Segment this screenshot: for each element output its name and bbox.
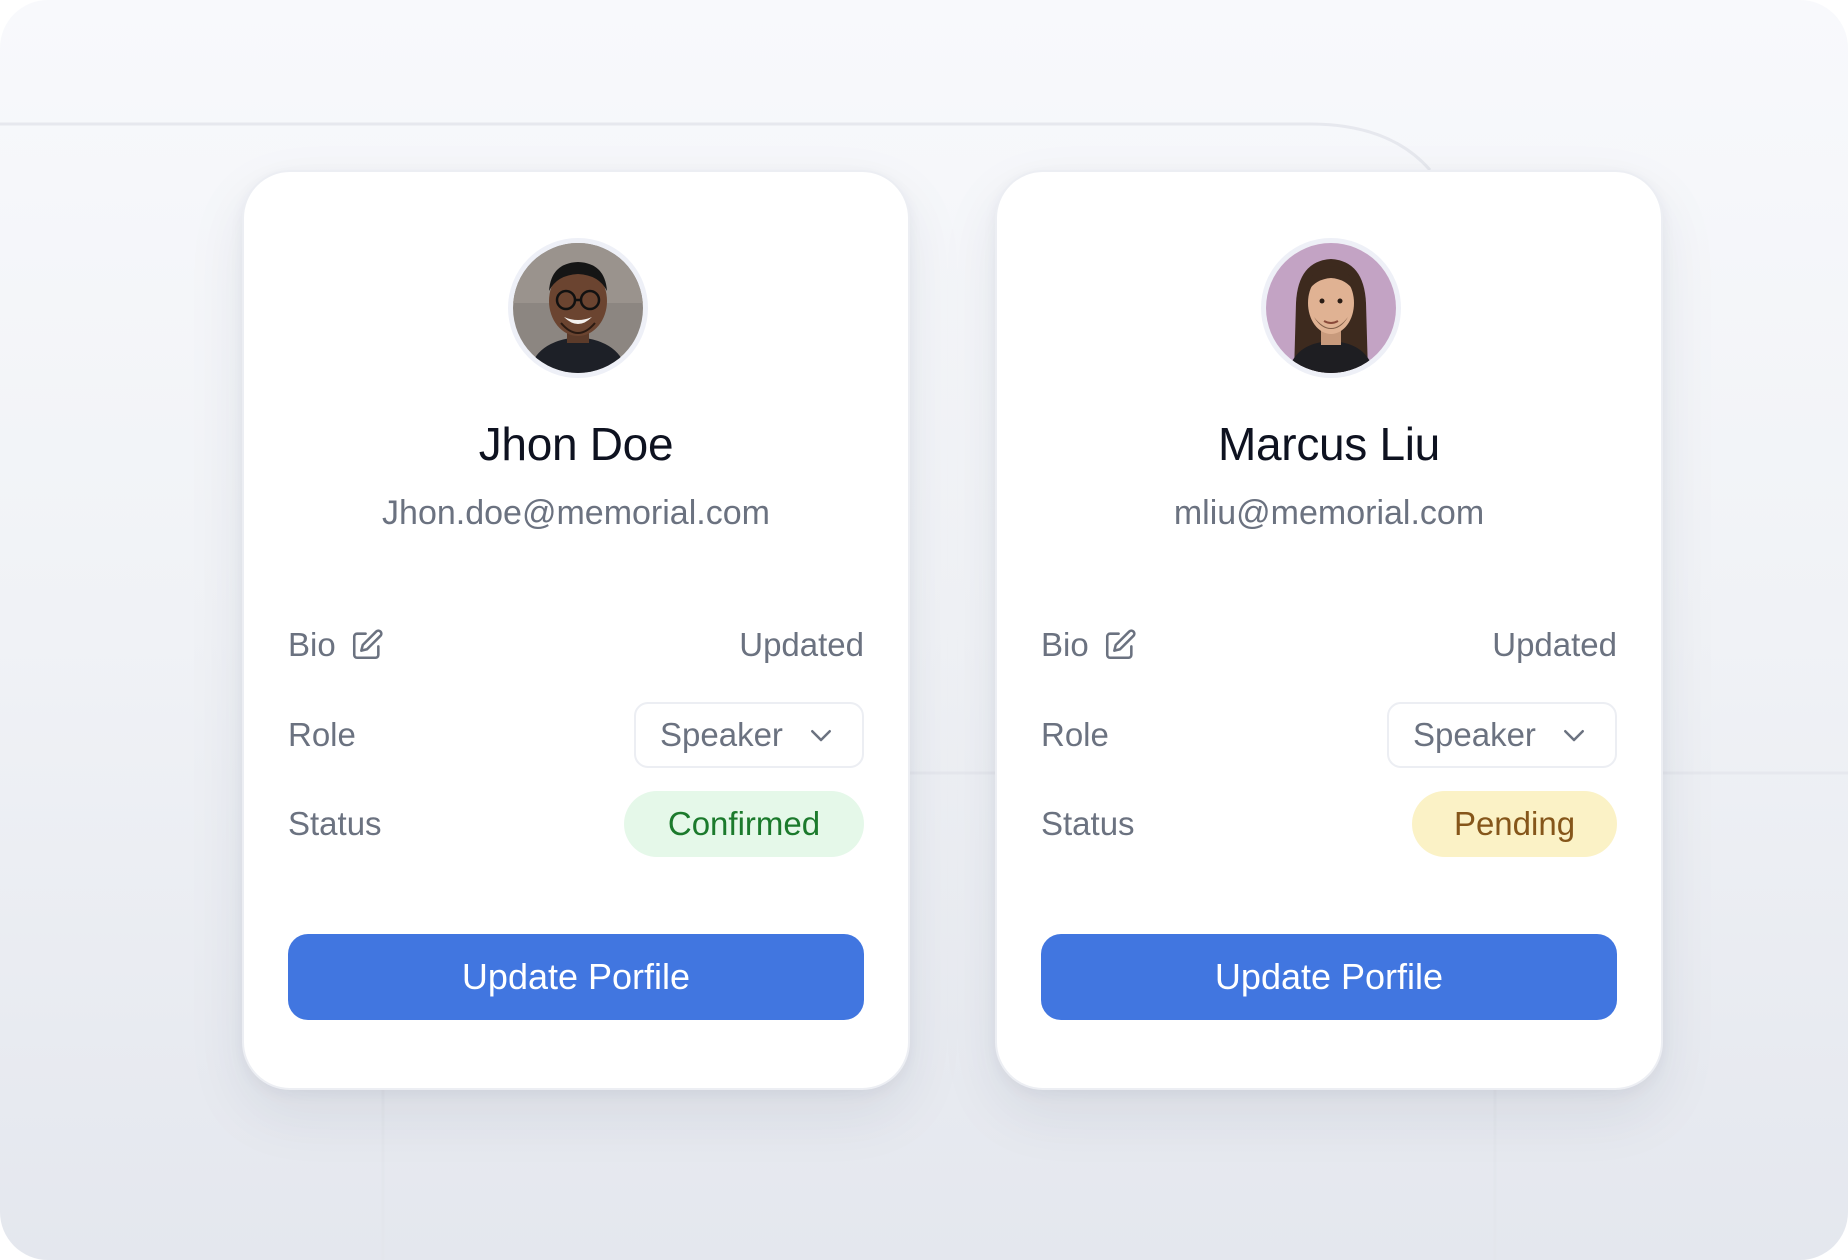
role-label: Role — [288, 716, 356, 753]
edit-icon[interactable] — [350, 628, 384, 662]
bio-row: Bio Updated — [288, 612, 864, 678]
canvas-background: Jhon Doe Jhon.doe@memorial.com Bio Updat… — [0, 0, 1848, 1260]
role-select[interactable]: Speaker — [634, 702, 864, 768]
status-badge: Confirmed — [624, 791, 864, 857]
status-row: Status Pending — [1041, 791, 1617, 857]
role-select[interactable]: Speaker — [1387, 702, 1617, 768]
role-row: Role Speaker — [288, 702, 864, 768]
role-label: Role — [1041, 716, 1109, 753]
role-row: Role Speaker — [1041, 702, 1617, 768]
profile-card-marcus-liu: Marcus Liu mliu@memorial.com Bio Updated… — [995, 170, 1663, 1090]
role-select-value: Speaker — [1413, 716, 1536, 753]
avatar-photo-icon — [1266, 243, 1396, 373]
status-label: Status — [288, 805, 382, 842]
status-label: Status — [1041, 805, 1135, 842]
bio-label: Bio — [1041, 626, 1089, 663]
bio-label-group: Bio — [1041, 626, 1137, 664]
avatar — [508, 238, 648, 378]
status-badge: Pending — [1412, 791, 1617, 857]
bio-row: Bio Updated — [1041, 612, 1617, 678]
profile-email: mliu@memorial.com — [1173, 494, 1485, 532]
avatar — [1261, 238, 1401, 378]
profile-name: Jhon Doe — [478, 418, 674, 470]
bio-value: Updated — [1492, 626, 1617, 663]
profile-card-jhon-doe: Jhon Doe Jhon.doe@memorial.com Bio Updat… — [242, 170, 910, 1090]
avatar-photo-icon — [513, 243, 643, 373]
chevron-down-icon — [811, 730, 831, 742]
profile-email: Jhon.doe@memorial.com — [382, 494, 770, 532]
update-profile-button[interactable]: Update Porfile — [288, 934, 864, 1020]
status-row: Status Confirmed — [288, 791, 864, 857]
profile-name: Marcus Liu — [1218, 418, 1440, 470]
bio-value: Updated — [739, 626, 864, 663]
bio-label-group: Bio — [288, 626, 384, 664]
bio-label: Bio — [288, 626, 336, 663]
chevron-down-icon — [1564, 730, 1584, 742]
edit-icon[interactable] — [1103, 628, 1137, 662]
update-profile-button[interactable]: Update Porfile — [1041, 934, 1617, 1020]
role-select-value: Speaker — [660, 716, 783, 753]
